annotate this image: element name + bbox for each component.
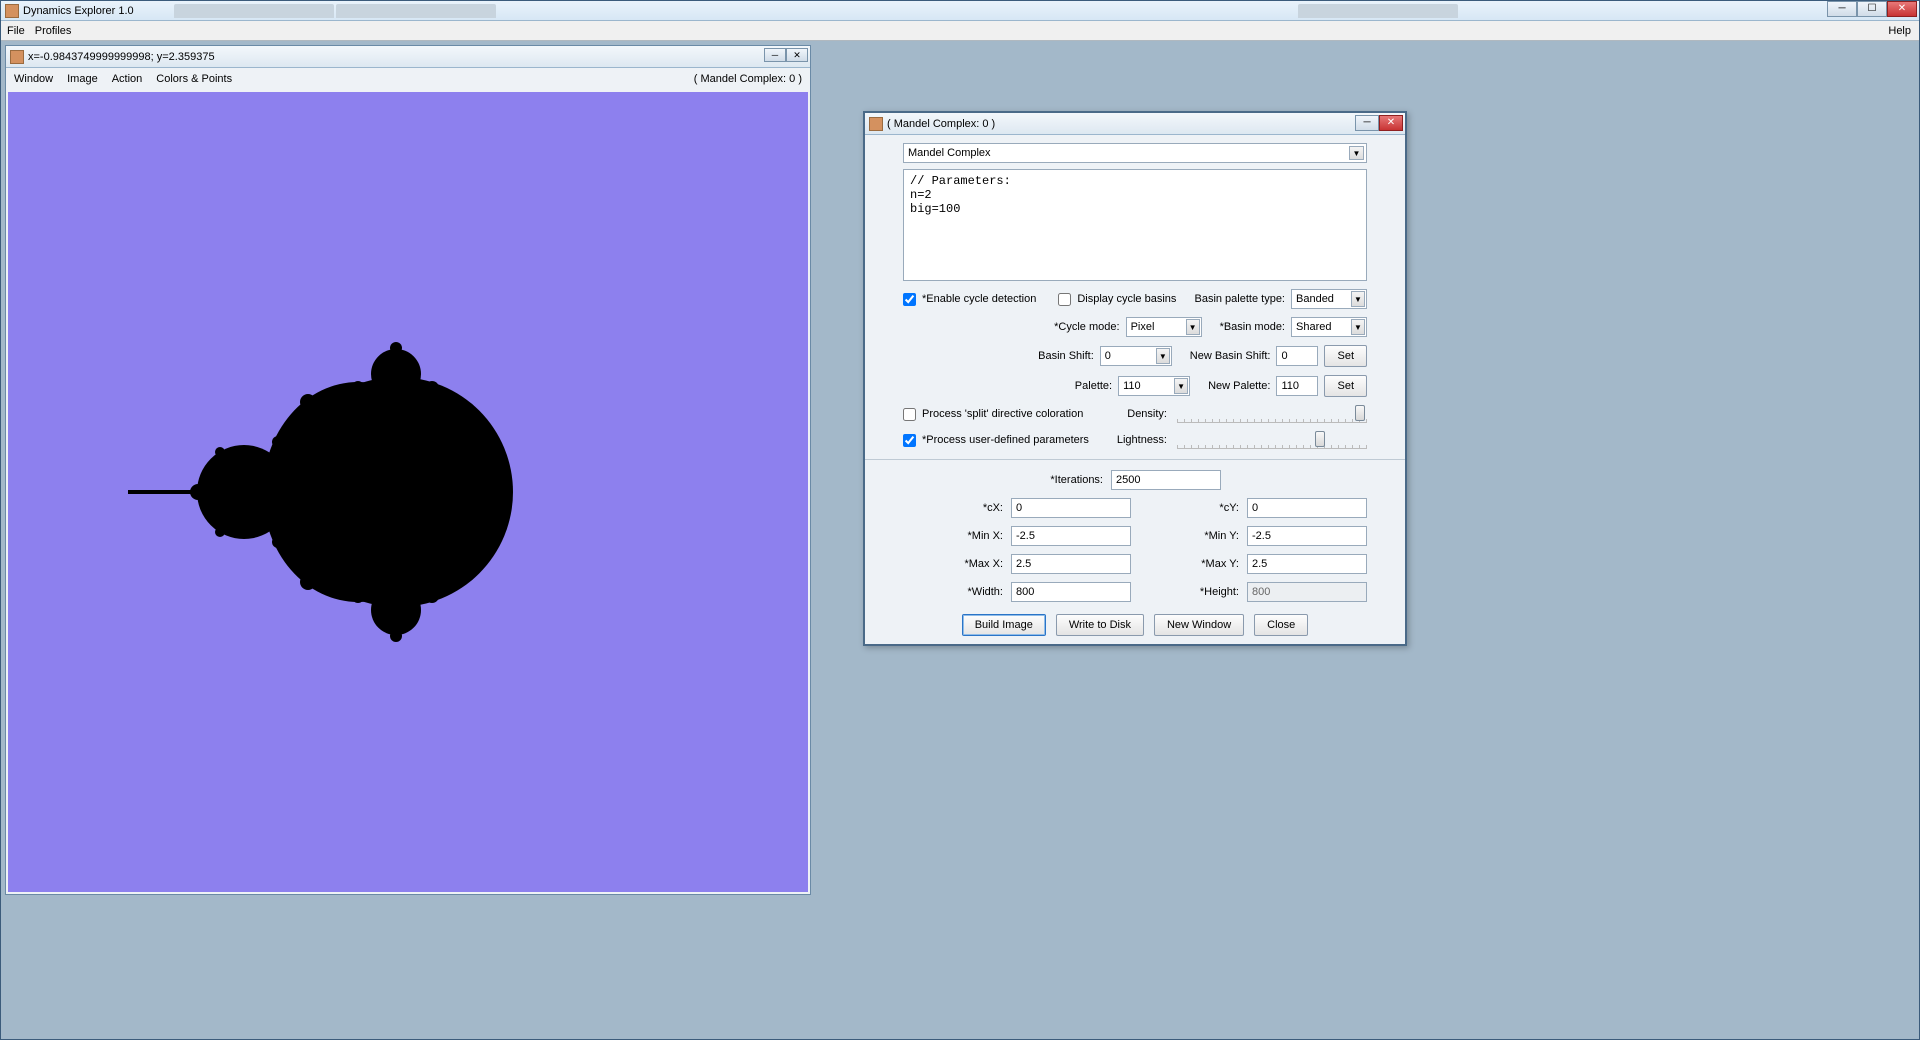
new-window-button[interactable]: New Window bbox=[1154, 614, 1244, 636]
display-basins-label: Display cycle basins bbox=[1077, 293, 1176, 305]
close-dialog-button[interactable]: Close bbox=[1254, 614, 1308, 636]
image-doc-label: ( Mandel Complex: 0 ) bbox=[694, 73, 802, 85]
basin-mode-label: *Basin mode: bbox=[1220, 321, 1285, 333]
window-icon bbox=[869, 117, 883, 131]
write-to-disk-button[interactable]: Write to Disk bbox=[1056, 614, 1144, 636]
chevron-down-icon: ▼ bbox=[1174, 378, 1188, 394]
new-basin-shift-label: New Basin Shift: bbox=[1190, 350, 1271, 362]
userparams-checkbox[interactable] bbox=[903, 434, 916, 447]
parameters-textarea[interactable]: // Parameters: n=2 big=100 bbox=[903, 169, 1367, 281]
build-image-button[interactable]: Build Image bbox=[962, 614, 1046, 636]
image-window-menu: Window Image Action Colors & Points ( Ma… bbox=[6, 68, 810, 90]
fractal-type-select[interactable]: Mandel Complex ▼ bbox=[903, 143, 1367, 163]
set-basin-shift-button[interactable]: Set bbox=[1324, 345, 1367, 367]
window-icon bbox=[10, 50, 24, 64]
userparams-label: *Process user-defined parameters bbox=[922, 434, 1089, 446]
basin-shift-label: Basin Shift: bbox=[1038, 350, 1094, 362]
image-minimize-button[interactable]: ─ bbox=[764, 48, 786, 62]
set-palette-button[interactable]: Set bbox=[1324, 375, 1367, 397]
enable-cycle-label: *Enable cycle detection bbox=[922, 293, 1036, 305]
mdi-workspace: x=-0.9843749999999998; y=2.359375 ─ ✕ Wi… bbox=[1, 41, 1919, 1039]
menu-action[interactable]: Action bbox=[112, 73, 143, 85]
new-palette-label: New Palette: bbox=[1208, 380, 1270, 392]
cy-label: *cY: bbox=[1139, 502, 1239, 514]
cycle-mode-select[interactable]: Pixel ▼ bbox=[1126, 317, 1202, 337]
density-slider[interactable] bbox=[1177, 405, 1367, 423]
app-title: Dynamics Explorer 1.0 bbox=[23, 5, 134, 17]
maxy-input[interactable] bbox=[1247, 554, 1367, 574]
maxy-label: *Max Y: bbox=[1139, 558, 1239, 570]
dialog-close-button[interactable]: ✕ bbox=[1379, 115, 1403, 131]
lightness-slider[interactable] bbox=[1177, 431, 1367, 449]
basin-shift-select[interactable]: 0 ▼ bbox=[1100, 346, 1172, 366]
image-close-button[interactable]: ✕ bbox=[786, 48, 808, 62]
iterations-label: *Iterations: bbox=[903, 474, 1103, 486]
width-input[interactable] bbox=[1011, 582, 1131, 602]
maxx-input[interactable] bbox=[1011, 554, 1131, 574]
menu-window[interactable]: Window bbox=[14, 73, 53, 85]
image-window-title: x=-0.9843749999999998; y=2.359375 bbox=[28, 51, 215, 63]
cy-input[interactable] bbox=[1247, 498, 1367, 518]
cycle-mode-label: *Cycle mode: bbox=[1054, 321, 1119, 333]
enable-cycle-checkbox[interactable] bbox=[903, 293, 916, 306]
menu-profiles[interactable]: Profiles bbox=[35, 25, 72, 37]
lightness-label: Lightness: bbox=[1117, 434, 1167, 446]
chevron-down-icon: ▼ bbox=[1349, 146, 1364, 160]
basin-palette-type-select[interactable]: Banded ▼ bbox=[1291, 289, 1367, 309]
app-icon bbox=[5, 4, 19, 18]
chevron-down-icon: ▼ bbox=[1351, 319, 1365, 335]
chevron-down-icon: ▼ bbox=[1351, 291, 1365, 307]
height-input bbox=[1247, 582, 1367, 602]
palette-select[interactable]: 110 ▼ bbox=[1118, 376, 1190, 396]
width-label: *Width: bbox=[903, 586, 1003, 598]
image-window: x=-0.9843749999999998; y=2.359375 ─ ✕ Wi… bbox=[5, 45, 811, 895]
display-basins-checkbox[interactable] bbox=[1058, 293, 1071, 306]
menu-image[interactable]: Image bbox=[67, 73, 98, 85]
basin-palette-type-label: Basin palette type: bbox=[1194, 293, 1285, 305]
new-basin-shift-input[interactable] bbox=[1276, 346, 1318, 366]
settings-dialog: ( Mandel Complex: 0 ) ─ ✕ Mandel Complex… bbox=[863, 111, 1407, 646]
split-checkbox[interactable] bbox=[903, 408, 916, 421]
main-menubar: File Profiles Help bbox=[1, 21, 1919, 41]
cx-input[interactable] bbox=[1011, 498, 1131, 518]
maximize-button[interactable]: ☐ bbox=[1857, 1, 1887, 17]
new-palette-input[interactable] bbox=[1276, 376, 1318, 396]
cx-label: *cX: bbox=[903, 502, 1003, 514]
image-window-titlebar[interactable]: x=-0.9843749999999998; y=2.359375 ─ ✕ bbox=[6, 46, 810, 68]
chevron-down-icon: ▼ bbox=[1186, 319, 1200, 335]
palette-label: Palette: bbox=[1075, 380, 1112, 392]
miny-input[interactable] bbox=[1247, 526, 1367, 546]
dialog-minimize-button[interactable]: ─ bbox=[1355, 115, 1379, 131]
menu-help[interactable]: Help bbox=[1888, 25, 1911, 37]
dialog-title: ( Mandel Complex: 0 ) bbox=[887, 118, 995, 130]
menu-file[interactable]: File bbox=[7, 25, 25, 37]
close-button[interactable]: ✕ bbox=[1887, 1, 1917, 17]
split-label: Process 'split' directive coloration bbox=[922, 408, 1083, 420]
miny-label: *Min Y: bbox=[1139, 530, 1239, 542]
fractal-canvas[interactable] bbox=[8, 92, 808, 892]
taskbar-thumbs bbox=[174, 4, 1458, 18]
iterations-input[interactable] bbox=[1111, 470, 1221, 490]
dialog-titlebar[interactable]: ( Mandel Complex: 0 ) ─ ✕ bbox=[865, 113, 1405, 135]
maxx-label: *Max X: bbox=[903, 558, 1003, 570]
fractal-type-value: Mandel Complex bbox=[908, 147, 991, 159]
basin-mode-select[interactable]: Shared ▼ bbox=[1291, 317, 1367, 337]
menu-colors[interactable]: Colors & Points bbox=[156, 73, 232, 85]
height-label: *Height: bbox=[1139, 586, 1239, 598]
minx-input[interactable] bbox=[1011, 526, 1131, 546]
density-label: Density: bbox=[1127, 408, 1167, 420]
minx-label: *Min X: bbox=[903, 530, 1003, 542]
chevron-down-icon: ▼ bbox=[1156, 348, 1170, 364]
minimize-button[interactable]: ─ bbox=[1827, 1, 1857, 17]
main-titlebar: Dynamics Explorer 1.0 ─ ☐ ✕ bbox=[1, 1, 1919, 21]
